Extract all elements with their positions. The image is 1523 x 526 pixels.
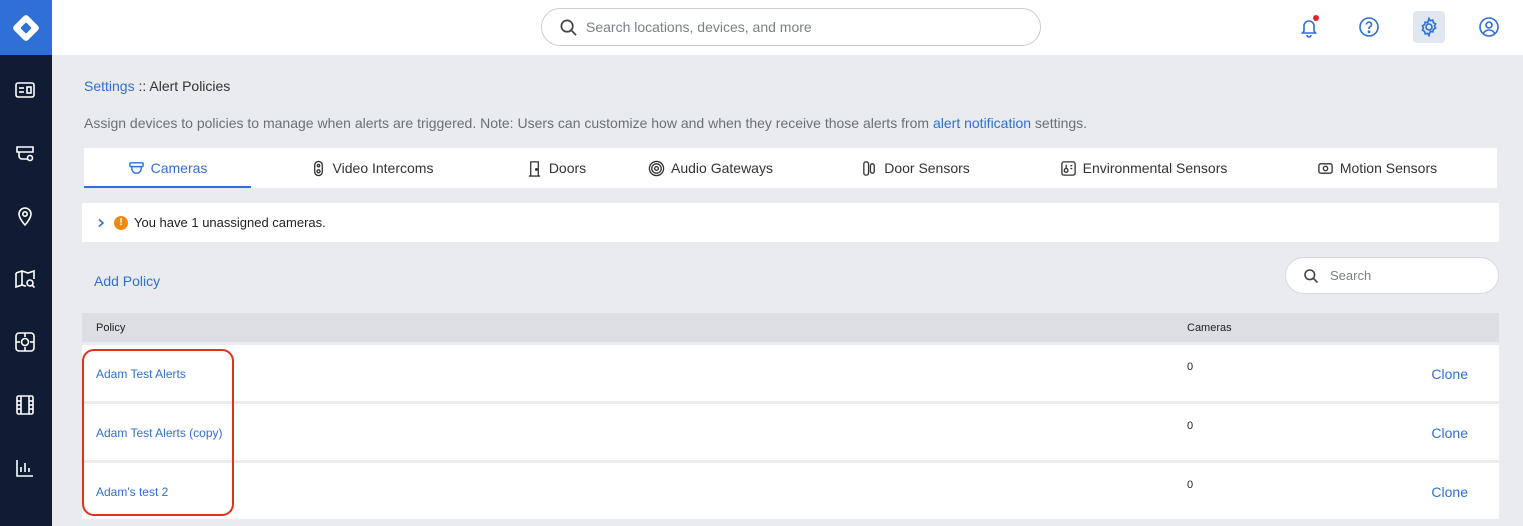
breadcrumb-separator: :: [134, 78, 150, 94]
tab-label: Audio Gateways [671, 160, 773, 176]
settings-button[interactable] [1413, 11, 1445, 43]
column-header-cameras[interactable]: Cameras [1187, 322, 1232, 334]
unassigned-cameras-notice[interactable]: ! You have 1 unassigned cameras. [82, 203, 1499, 242]
chevron-right-icon[interactable] [96, 218, 106, 228]
column-header-policy[interactable]: Policy [96, 322, 125, 334]
breadcrumb: Settings :: Alert Policies [84, 78, 230, 94]
brand-logo[interactable] [0, 0, 52, 55]
notifications-button[interactable] [1293, 11, 1325, 43]
camera-count: 0 [1187, 361, 1194, 373]
table-header: Policy Cameras [82, 313, 1499, 342]
clone-button[interactable]: Clone [1431, 425, 1468, 441]
tab-video-intercoms[interactable]: Video Intercoms [251, 148, 492, 188]
camera-count: 0 [1187, 479, 1194, 491]
dashboard-icon[interactable] [12, 77, 38, 103]
tab-doors[interactable]: Doors [492, 148, 620, 188]
logo-diamond-icon [13, 14, 39, 41]
alert-notification-link[interactable]: alert notification [933, 115, 1031, 131]
camera-icon [128, 161, 144, 174]
policy-name-link[interactable]: Adam's test 2 [96, 485, 168, 499]
sidebar [0, 0, 52, 526]
tab-motion-sensors[interactable]: Motion Sensors [1257, 148, 1497, 188]
tab-label: Video Intercoms [332, 160, 434, 176]
unassigned-message: You have 1 unassigned cameras. [134, 215, 326, 230]
user-avatar-icon [1479, 17, 1499, 37]
profile-button[interactable] [1473, 11, 1505, 43]
audio-gateway-icon [648, 160, 665, 176]
add-policy-button[interactable]: Add Policy [94, 273, 160, 289]
table-row: Adam's test 2 0 Clone [82, 463, 1499, 519]
top-bar [52, 0, 1523, 55]
policy-search-input[interactable] [1330, 258, 1490, 293]
tab-label: Doors [548, 160, 587, 176]
policy-name-link[interactable]: Adam Test Alerts (copy) [96, 426, 223, 440]
global-search[interactable] [541, 8, 1041, 46]
policy-search[interactable] [1285, 257, 1499, 294]
intercom-icon [313, 160, 323, 176]
table-row: Adam Test Alerts 0 Clone [82, 345, 1499, 401]
clone-button[interactable]: Clone [1431, 366, 1468, 382]
help-button[interactable] [1353, 11, 1385, 43]
breadcrumb-current: Alert Policies [149, 78, 231, 94]
warning-icon: ! [114, 215, 128, 230]
tab-environmental-sensors[interactable]: Environmental Sensors [1030, 148, 1257, 188]
door-sensor-icon [863, 160, 876, 176]
help-icon [1359, 17, 1379, 37]
clone-button[interactable]: Clone [1431, 484, 1468, 500]
analytics-icon[interactable] [12, 455, 38, 481]
notification-dot [1313, 15, 1319, 21]
policies-table: Policy Cameras Adam Test Alerts 0 Clone … [82, 313, 1499, 519]
tab-label: Motion Sensors [1339, 160, 1438, 176]
search-icon [560, 19, 577, 36]
motion-sensor-icon [1318, 162, 1333, 174]
tab-label: Cameras [150, 160, 208, 176]
device-type-tabs: Cameras Video Intercoms Doors Audio Gate… [84, 148, 1497, 188]
tab-label: Door Sensors [884, 160, 970, 176]
description-text: Assign devices to policies to manage whe… [84, 115, 933, 131]
devices-icon[interactable] [12, 140, 38, 166]
map-search-icon[interactable] [12, 266, 38, 292]
breadcrumb-settings-link[interactable]: Settings [84, 78, 135, 94]
search-icon [1304, 269, 1319, 284]
tab-audio-gateways[interactable]: Audio Gateways [620, 148, 801, 188]
film-icon[interactable] [12, 392, 38, 418]
door-icon [528, 160, 540, 177]
tab-cameras[interactable]: Cameras [84, 148, 251, 188]
global-search-input[interactable] [586, 9, 1026, 45]
tab-label: Environmental Sensors [1082, 160, 1228, 176]
table-row: Adam Test Alerts (copy) 0 Clone [82, 404, 1499, 460]
camera-count: 0 [1187, 420, 1194, 432]
environmental-sensor-icon [1060, 160, 1076, 176]
location-pin-icon[interactable] [12, 203, 38, 229]
policy-name-link[interactable]: Adam Test Alerts [96, 367, 186, 381]
tab-door-sensors[interactable]: Door Sensors [801, 148, 1030, 188]
description-suffix: settings. [1031, 115, 1088, 131]
gear-icon [1421, 16, 1437, 38]
page-description: Assign devices to policies to manage whe… [84, 115, 1087, 131]
camera-view-icon[interactable] [12, 329, 38, 355]
